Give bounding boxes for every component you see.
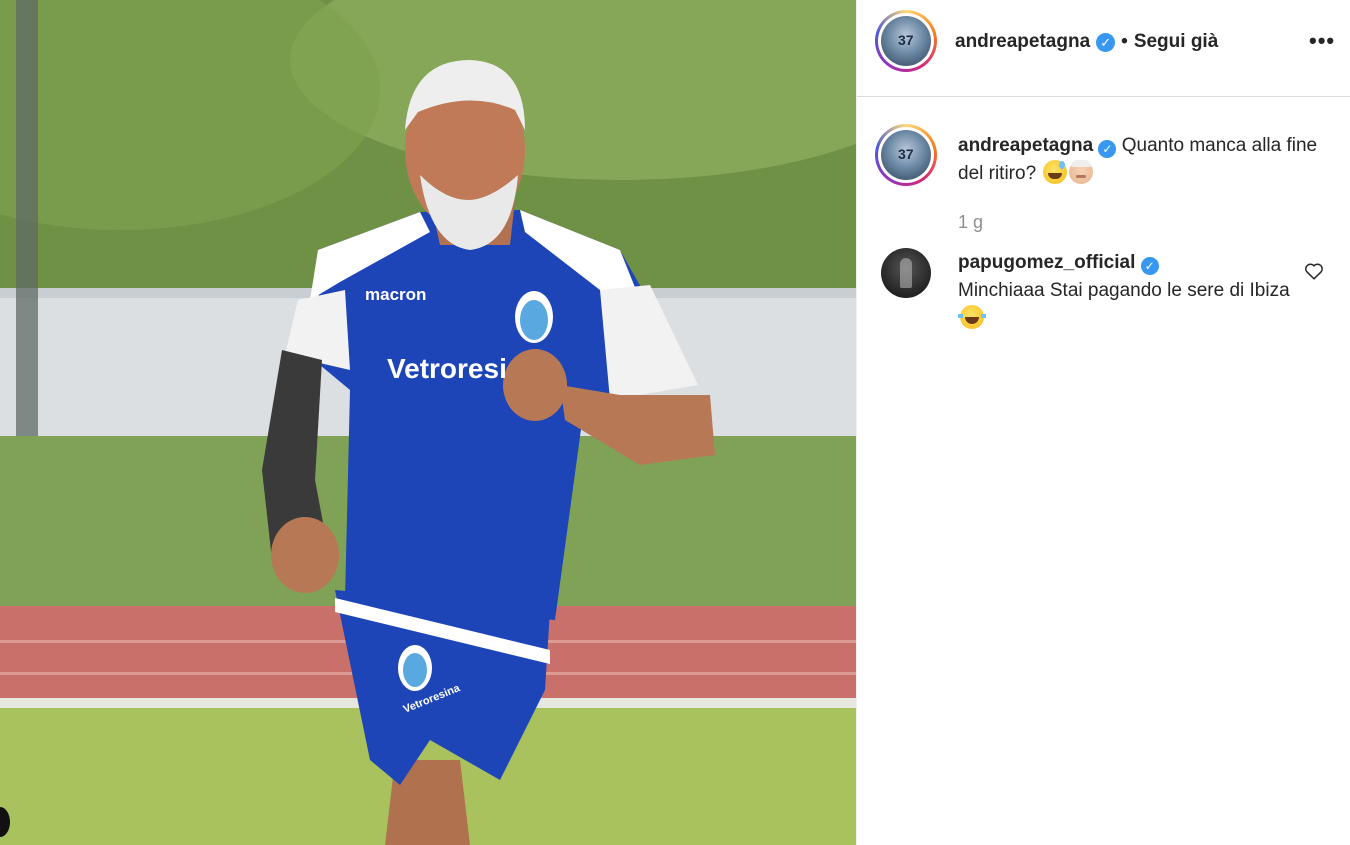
header-separator: •	[1121, 31, 1128, 52]
shirt-brand-text: macron	[365, 285, 426, 304]
post-timestamp[interactable]: 1 g	[958, 212, 983, 233]
post-header: andreapetagna ✓ • Segui già •••	[857, 0, 1350, 97]
more-options-icon[interactable]: •••	[1309, 28, 1335, 54]
grinning-sweat-emoji	[1043, 160, 1068, 184]
author-avatar-image	[881, 16, 931, 66]
post-side-panel: andreapetagna ✓ • Segui già ••• andreape…	[857, 0, 1350, 845]
verified-badge-icon: ✓	[1098, 140, 1117, 158]
shirt-sponsor-text: Vetroresi	[387, 353, 507, 384]
tears-of-joy-emoji	[958, 305, 986, 329]
comment-username[interactable]: papugomez_official	[958, 252, 1135, 273]
following-button[interactable]: Segui già	[1134, 31, 1218, 53]
post-caption: andreapetagna ✓ Quanto manca alla fine d…	[958, 132, 1328, 188]
post-photo[interactable]: macron Vetroresi Vetroresina	[0, 0, 856, 845]
football-player-photo: macron Vetroresi Vetroresina	[0, 0, 856, 845]
comment-text: Minchiaaa Stai pagando le sere di Ibiza	[958, 280, 1290, 301]
author-avatar[interactable]	[875, 10, 937, 72]
author-username[interactable]: andreapetagna	[955, 31, 1090, 53]
caption-avatar[interactable]	[875, 124, 937, 186]
caption-avatar-image	[881, 130, 931, 180]
verified-badge-icon: ✓	[1140, 257, 1159, 275]
heart-outline-icon[interactable]	[1303, 260, 1325, 282]
commenter-avatar[interactable]	[881, 248, 931, 298]
verified-badge-icon: ✓	[1096, 32, 1116, 52]
caption-username[interactable]: andreapetagna	[958, 135, 1093, 156]
older-man-emoji	[1069, 160, 1094, 184]
author-info: andreapetagna ✓ • Segui già	[955, 31, 1218, 53]
comment-item: papugomez_official ✓ Minchiaaa Stai paga…	[958, 249, 1298, 333]
